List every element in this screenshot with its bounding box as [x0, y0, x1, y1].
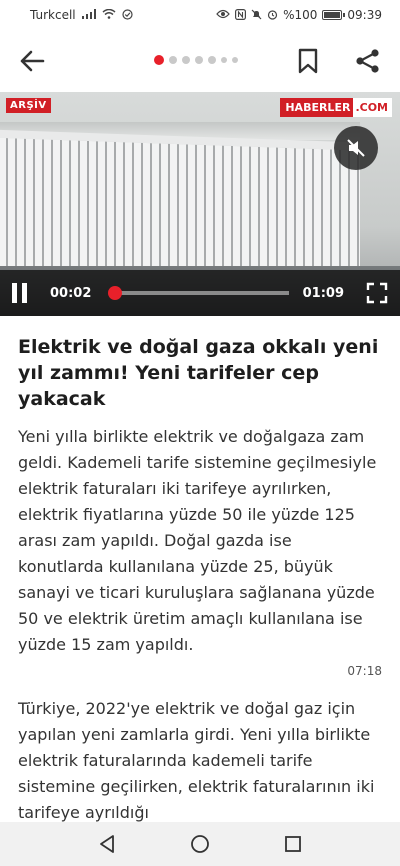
article: Elektrik ve doğal gaza okkalı yeni yıl z… — [0, 316, 400, 826]
share-button[interactable] — [350, 43, 386, 79]
speaker-muted-icon — [347, 139, 365, 157]
video-player[interactable]: ARŞİV HABERLER .COM 00:02 01:09 — [0, 92, 400, 316]
back-button[interactable] — [14, 43, 50, 79]
share-icon — [356, 49, 379, 73]
nav-home-button[interactable] — [185, 829, 215, 859]
page-dot-active — [154, 55, 164, 65]
archive-badge: ARŞİV — [6, 98, 51, 113]
page-dot — [208, 56, 216, 64]
wifi-icon — [102, 8, 116, 21]
square-recents-icon — [285, 836, 302, 852]
bookmark-button[interactable] — [290, 43, 326, 79]
battery-fill — [324, 12, 341, 18]
bookmark-icon — [298, 48, 318, 74]
video-controls: 00:02 01:09 — [0, 270, 400, 316]
page-dot — [232, 57, 238, 63]
current-time: 00:02 — [50, 285, 92, 301]
page-dot — [221, 57, 227, 63]
page-dot — [195, 56, 203, 64]
page-indicator — [154, 55, 238, 65]
eye-icon — [216, 9, 230, 21]
nav-recents-button[interactable] — [278, 829, 308, 859]
seek-bar[interactable] — [107, 286, 290, 300]
mute-bell-icon — [251, 9, 262, 22]
nfc-icon — [235, 8, 247, 22]
clock: 09:39 — [347, 8, 382, 22]
fullscreen-icon — [366, 282, 388, 304]
nav-back-button[interactable] — [92, 829, 122, 859]
page-dot — [169, 56, 177, 64]
status-bar: Turkcell %100 09:39 — [0, 0, 400, 30]
mute-button[interactable] — [334, 126, 378, 170]
article-body: Türkiye, 2022'ye elektrik ve doğal gaz i… — [18, 699, 375, 822]
seek-handle[interactable] — [107, 286, 122, 300]
total-time: 01:09 — [302, 285, 344, 301]
battery-icon — [322, 10, 346, 20]
shield-check-icon — [122, 8, 133, 22]
article-headline: Elektrik ve doğal gaza okkalı yeni yıl z… — [18, 336, 379, 410]
system-nav-bar — [0, 822, 400, 866]
fullscreen-button[interactable] — [366, 282, 388, 304]
article-timestamp: 07:18 — [347, 664, 382, 678]
circle-home-icon — [191, 835, 209, 853]
page-dot — [182, 56, 190, 64]
article-lead: Yeni yılla birlikte elektrik ve doğalgaz… — [18, 427, 377, 654]
alarm-icon — [267, 9, 278, 22]
signal-icon — [81, 9, 96, 21]
carrier-label: Turkcell — [30, 8, 76, 22]
haberler-logo: HABERLER .COM — [280, 98, 392, 117]
article-toolbar — [0, 30, 400, 92]
arrow-left-icon — [20, 50, 45, 72]
battery-percent: %100 — [283, 8, 318, 22]
triangle-back-icon — [99, 835, 114, 853]
pause-button[interactable] — [12, 283, 32, 303]
